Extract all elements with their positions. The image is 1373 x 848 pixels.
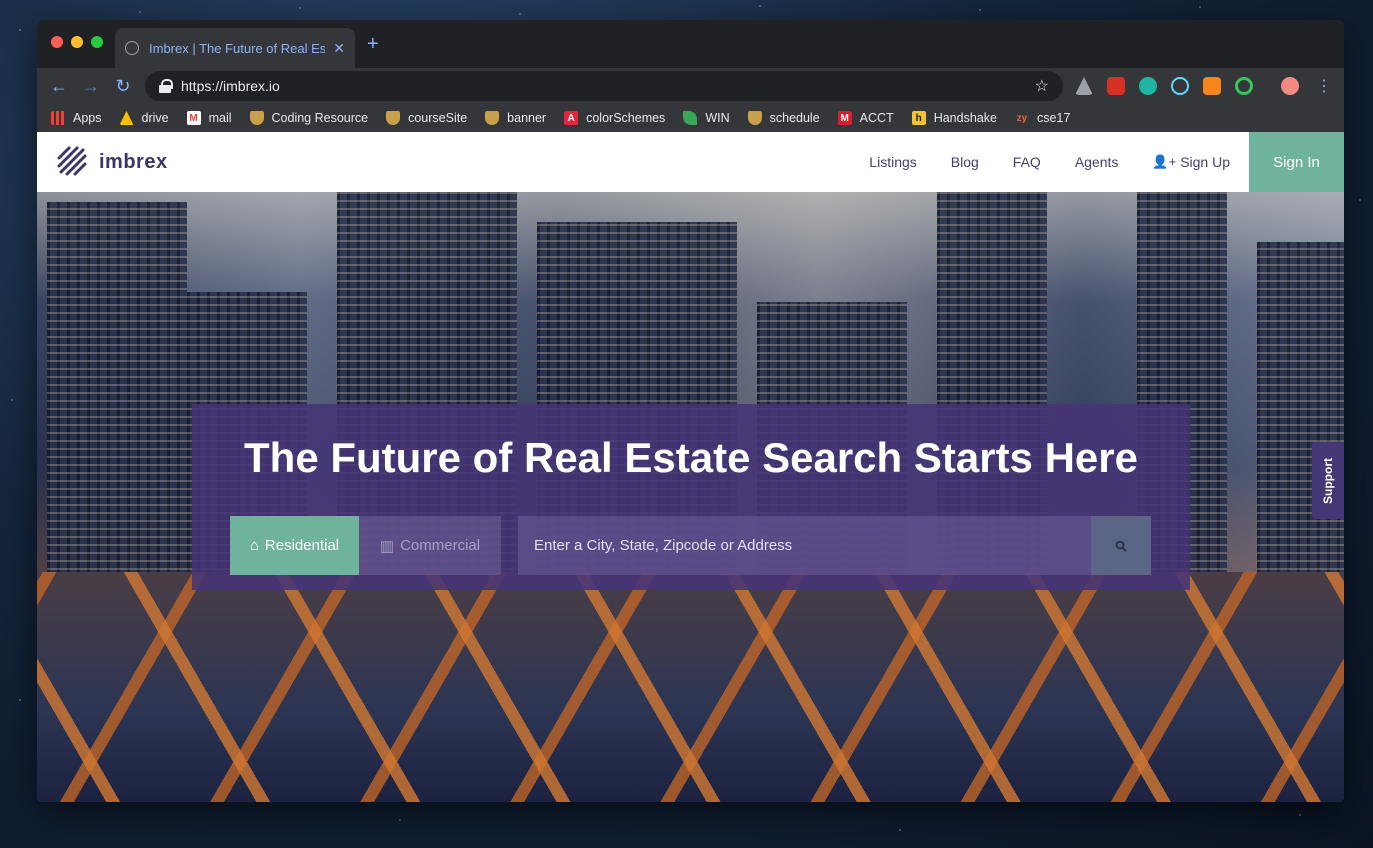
window-minimize-button[interactable] (71, 36, 83, 48)
bookmark-label: WIN (705, 111, 730, 125)
bookmark-label: ACCT (859, 111, 894, 125)
bookmark-cse17[interactable]: zy cse17 (1015, 111, 1071, 125)
search-button[interactable] (1091, 516, 1151, 575)
web-page: imbrex Listings Blog FAQ Agents 👤+ Sign … (37, 132, 1344, 802)
imbrex-logo[interactable]: imbrex (55, 144, 168, 180)
tab-strip: Imbrex | The Future of Real Est ✕ + (37, 20, 1344, 68)
shield-crest-icon (485, 111, 500, 125)
window-close-button[interactable] (51, 36, 63, 48)
handshake-icon: h (911, 111, 926, 125)
react-devtools-icon[interactable] (1171, 77, 1189, 95)
tab-title: Imbrex | The Future of Real Est (149, 40, 326, 56)
signup-label: Sign Up (1180, 154, 1230, 170)
shield-crest-icon (747, 111, 762, 125)
nav-faq[interactable]: FAQ (1013, 154, 1041, 170)
teal-extension-icon[interactable] (1139, 77, 1157, 95)
building-icon: ▥ (379, 537, 395, 555)
bookmark-win[interactable]: WIN (683, 111, 730, 125)
bookmark-drive[interactable]: drive (119, 111, 169, 125)
tab-commercial[interactable]: ▥ Commercial (359, 516, 501, 575)
browser-window: Imbrex | The Future of Real Est ✕ + ← → … (37, 20, 1344, 802)
browser-menu-icon[interactable]: ⋮ (1316, 76, 1332, 96)
bookmark-label: Apps (73, 111, 102, 125)
red-extension-icon[interactable] (1107, 77, 1125, 95)
bookmark-coursesite[interactable]: courseSite (386, 111, 467, 125)
nav-blog[interactable]: Blog (951, 154, 979, 170)
home-icon: ⌂ (249, 537, 259, 554)
browser-toolbar: ← → ↻ https://imbrex.io ☆ ⋮ (37, 68, 1344, 104)
support-label: Support (1321, 457, 1335, 504)
bookmark-label: mail (208, 111, 232, 125)
window-maximize-button[interactable] (91, 36, 103, 48)
globe-icon (125, 41, 139, 55)
close-icon[interactable]: ✕ (333, 40, 345, 57)
search-panel: The Future of Real Estate Search Starts … (192, 404, 1190, 590)
imbrex-logo-icon (57, 146, 87, 176)
shield-crest-icon (249, 111, 264, 125)
profile-avatar-icon[interactable] (1281, 77, 1299, 95)
site-navbar: imbrex Listings Blog FAQ Agents 👤+ Sign … (37, 132, 1344, 192)
bookmark-label: drive (141, 111, 169, 125)
user-plus-icon: 👤+ (1152, 154, 1177, 169)
bookmark-label: banner (507, 111, 547, 125)
bookmark-handshake[interactable]: h Handshake (911, 111, 997, 125)
nav-agents[interactable]: Agents (1075, 154, 1119, 170)
hero-background-image (47, 202, 187, 602)
lock-icon (159, 79, 173, 93)
signin-button[interactable]: Sign In (1249, 132, 1344, 192)
hero-section: The Future of Real Estate Search Starts … (37, 192, 1344, 802)
bookmark-banner[interactable]: banner (485, 111, 546, 125)
tab-commercial-label: Commercial (400, 537, 481, 554)
hero-bridge-image (37, 572, 1344, 802)
bookmark-schedule[interactable]: schedule (747, 111, 820, 125)
bookmark-label: courseSite (408, 111, 468, 125)
bookmark-coding-resource[interactable]: Coding Resource (249, 111, 369, 125)
address-bar[interactable]: https://imbrex.io ☆ (145, 71, 1063, 101)
forward-arrow-icon[interactable]: → (79, 74, 103, 98)
bookmark-star-icon[interactable]: ☆ (1035, 76, 1049, 96)
back-arrow-icon[interactable]: ← (47, 74, 71, 98)
gmail-icon: M (186, 111, 201, 125)
bookmark-label: colorSchemes (586, 111, 666, 125)
hero-background-image (1257, 242, 1344, 602)
search-icon (1115, 540, 1127, 552)
metamask-icon[interactable] (1203, 77, 1221, 95)
adobe-icon: A (564, 111, 579, 125)
bookmark-label: Coding Resource (271, 111, 369, 125)
new-tab-button[interactable]: + (367, 34, 379, 54)
logo-text: imbrex (99, 150, 168, 173)
m-logo-icon: M (837, 111, 852, 125)
bookmark-label: Handshake (933, 111, 997, 125)
reload-icon[interactable]: ↻ (111, 74, 135, 98)
bookmark-apps[interactable]: Apps (51, 111, 102, 125)
green-ring-extension-icon[interactable] (1235, 77, 1253, 95)
bookmark-label: cse17 (1036, 111, 1071, 125)
drive-extension-icon[interactable] (1075, 77, 1093, 95)
nav-links: Listings Blog FAQ Agents 👤+ Sign Up Sign… (869, 132, 1344, 192)
google-drive-icon (119, 111, 134, 125)
tab-residential-label: Residential (264, 537, 340, 554)
hero-title: The Future of Real Estate Search Starts … (244, 434, 1138, 481)
bookmark-acct[interactable]: M ACCT (837, 111, 894, 125)
url-text[interactable]: https://imbrex.io (181, 78, 1035, 94)
bookmark-mail[interactable]: M mail (186, 111, 232, 125)
signup-link[interactable]: 👤+ Sign Up (1152, 154, 1230, 170)
bookmark-label: schedule (769, 111, 820, 125)
support-tab[interactable]: Support (1312, 442, 1344, 519)
location-search-input[interactable] (518, 516, 1092, 575)
tab-residential[interactable]: ⌂ Residential (230, 516, 359, 575)
bookmark-colorschemes[interactable]: A colorSchemes (564, 111, 665, 125)
shield-crest-icon (386, 111, 401, 125)
browser-tab-active[interactable]: Imbrex | The Future of Real Est ✕ (115, 28, 355, 68)
zy-icon: zy (1016, 112, 1028, 124)
nav-listings[interactable]: Listings (869, 154, 916, 170)
bookmarks-bar: Apps drive M mail Coding Resource course… (37, 104, 1344, 132)
leaf-icon (683, 111, 698, 125)
apps-grid-icon (51, 111, 65, 125)
